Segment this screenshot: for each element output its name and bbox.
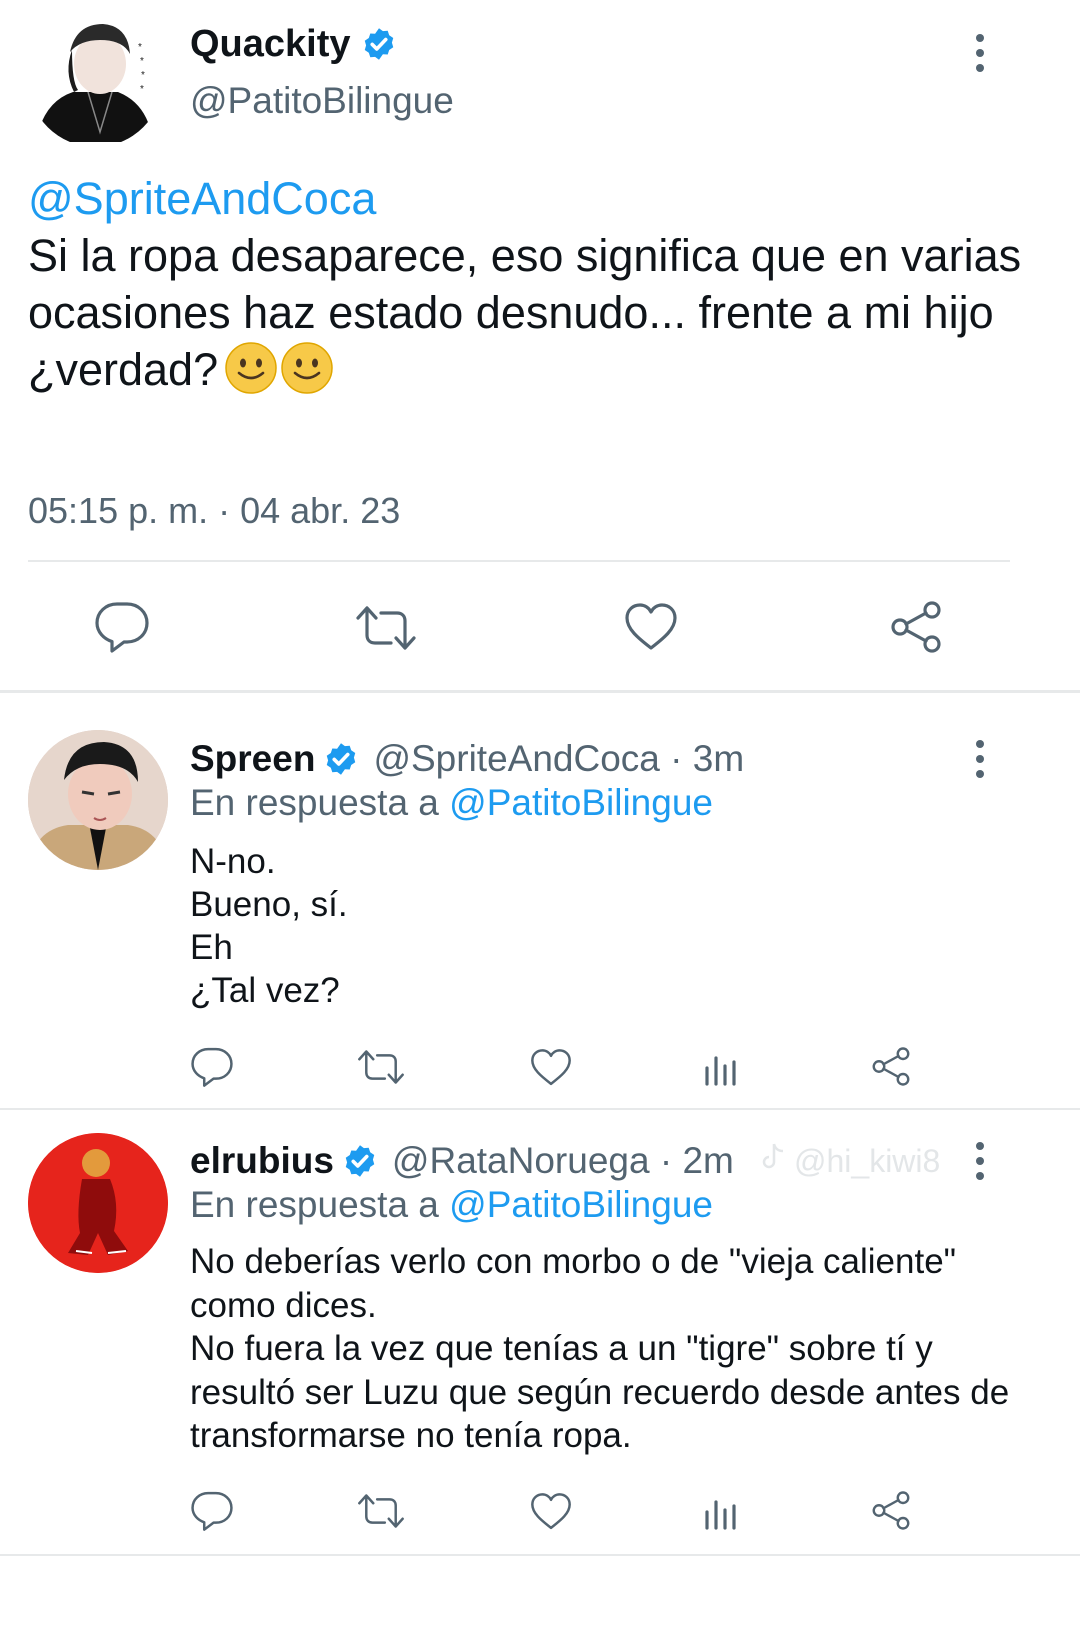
verified-badge-icon [361, 26, 397, 62]
section-divider [0, 690, 1080, 693]
like-icon[interactable] [624, 602, 678, 652]
reply-author-handle[interactable]: @RataNoruega · 2m [392, 1140, 734, 1182]
retweet-icon[interactable] [357, 1492, 405, 1530]
reply-icon[interactable] [190, 1490, 234, 1532]
in-reply-to-link[interactable]: @PatitoBilingue [449, 1184, 713, 1225]
svg-text:*: * [140, 84, 144, 95]
in-reply-to: En respuesta a @PatitoBilingue [190, 782, 713, 824]
share-icon[interactable] [870, 1046, 912, 1087]
more-options-icon[interactable] [976, 34, 984, 79]
reply-author-handle[interactable]: @SpriteAndCoca · 3m [373, 738, 744, 780]
mention-link[interactable]: @SpriteAndCoca [28, 170, 1038, 227]
retweet-icon[interactable] [355, 604, 417, 652]
svg-text:*: * [138, 42, 142, 53]
views-icon[interactable] [703, 1050, 739, 1086]
tweet-text-line2: ¿verdad? [28, 341, 1038, 398]
in-reply-prefix: En respuesta a [190, 782, 439, 823]
tweet-question: ¿verdad? [28, 344, 219, 395]
tweet-timestamp[interactable]: 05:15 p. m. · 04 abr. 23 [28, 490, 400, 532]
watermark-text: @hi_kiwi8 [794, 1142, 941, 1179]
reply-icon[interactable] [190, 1046, 234, 1088]
svg-text:*: * [141, 70, 145, 81]
author-name[interactable]: Quackity [190, 23, 351, 66]
more-options-icon[interactable] [976, 740, 984, 785]
share-icon[interactable] [888, 600, 944, 654]
reply-author-name[interactable]: elrubius [190, 1140, 334, 1182]
author-handle[interactable]: @PatitoBilingue [190, 80, 454, 122]
like-icon[interactable] [530, 1048, 572, 1087]
section-divider [0, 1108, 1080, 1110]
more-options-icon[interactable] [976, 1142, 984, 1187]
in-reply-to-link[interactable]: @PatitoBilingue [449, 782, 713, 823]
avatar-elrubius[interactable] [28, 1133, 168, 1273]
tiktok-watermark: @hi_kiwi8 [760, 1142, 940, 1180]
tiktok-icon [760, 1142, 786, 1180]
author-row: Quackity [190, 20, 397, 68]
avatar-quackity[interactable]: * * * * [28, 12, 163, 147]
reply-text: No deberías verlo con morbo o de "vieja … [190, 1242, 1010, 1455]
section-divider [0, 1554, 1080, 1556]
reply-author-row: elrubius @RataNoruega · 2m [190, 1138, 734, 1184]
verified-badge-icon [342, 1143, 378, 1179]
views-icon[interactable] [703, 1494, 739, 1530]
in-reply-prefix: En respuesta a [190, 1184, 439, 1225]
reply-author-row: Spreen @SpriteAndCoca · 3m [190, 736, 744, 782]
svg-text:*: * [140, 56, 144, 67]
avatar-spreen[interactable] [28, 730, 168, 870]
reply-author-name[interactable]: Spreen [190, 738, 315, 780]
retweet-icon[interactable] [357, 1048, 405, 1086]
divider [28, 560, 1010, 562]
smiling-face-emoji-icon [224, 341, 278, 395]
verified-badge-icon [323, 741, 359, 777]
smiling-face-emoji-icon [280, 341, 334, 395]
in-reply-to: En respuesta a @PatitoBilingue [190, 1184, 713, 1226]
like-icon[interactable] [530, 1492, 572, 1531]
tweet-text: Si la ropa desaparece, eso significa que… [28, 230, 1022, 338]
tweet-body: @SpriteAndCoca Si la ropa desaparece, es… [28, 170, 1038, 398]
share-icon[interactable] [870, 1490, 912, 1531]
reply-icon[interactable] [94, 600, 150, 654]
reply-text: N-no. Bueno, sí. Eh ¿Tal vez? [190, 842, 348, 1010]
